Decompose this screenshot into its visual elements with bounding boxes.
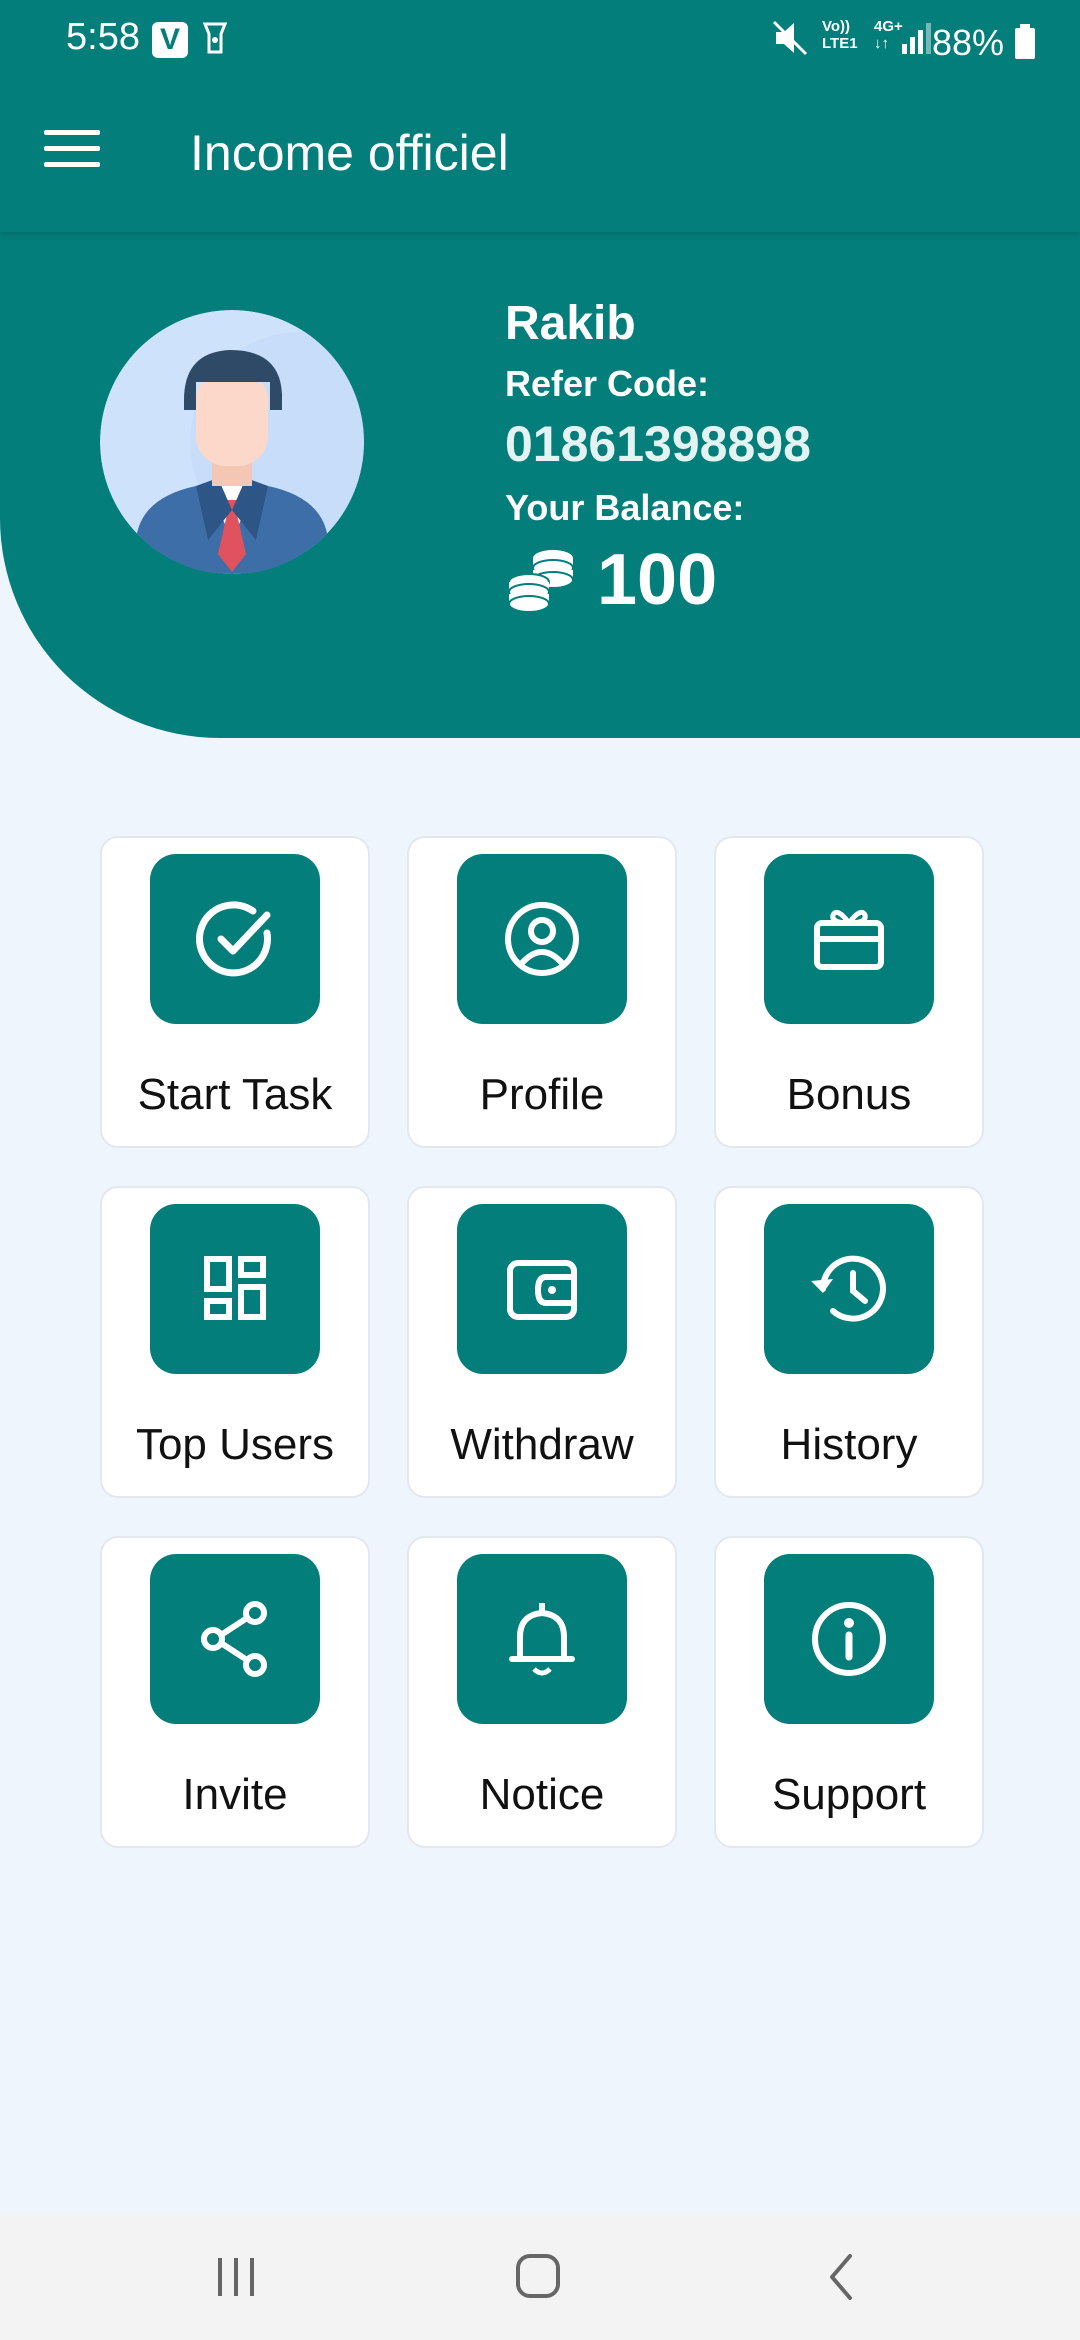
refer-code-value: 01861398898 (505, 416, 811, 472)
dashboard-grid-icon (150, 1204, 320, 1374)
flashlight-icon (202, 20, 228, 61)
profile-label: Profile (479, 1070, 605, 1119)
profile-header: Rakib Refer Code: 01861398898 Your Balan… (0, 232, 1080, 738)
network-type-indicator: 4G+ ↓↑ (874, 18, 903, 52)
status-bar: 5:58 V Vo)) LTE1 4G+ ↓↑ 88% (0, 0, 1080, 80)
profile-card[interactable]: Profile (407, 836, 677, 1148)
battery-percent: 88% (931, 22, 1004, 63)
history-card[interactable]: History (714, 1186, 984, 1498)
status-time: 5:58 (66, 16, 140, 58)
invite-label: Invite (182, 1770, 288, 1819)
battery-icon (1014, 24, 1036, 65)
system-nav-bar (0, 2214, 1080, 2340)
user-info: Rakib Refer Code: 01861398898 Your Balan… (505, 296, 811, 621)
invite-card[interactable]: Invite (100, 1536, 370, 1848)
start-task-label: Start Task (137, 1070, 333, 1119)
v-app-icon: V (152, 22, 188, 58)
home-icon[interactable] (508, 2252, 568, 2302)
balance-label: Your Balance: (505, 487, 745, 528)
balance-row: 100 (505, 539, 811, 621)
notice-card[interactable]: Notice (407, 1536, 677, 1848)
app-title: Income officiel (190, 125, 509, 181)
app-bar: Income officiel (0, 80, 1080, 232)
gift-card-icon (764, 854, 934, 1024)
withdraw-card[interactable]: Withdraw (407, 1186, 677, 1498)
bell-icon (457, 1554, 627, 1724)
balance-value: 100 (597, 540, 718, 620)
notice-label: Notice (479, 1770, 605, 1819)
recents-icon[interactable] (206, 2252, 266, 2302)
hamburger-menu-icon[interactable] (44, 130, 100, 178)
support-card[interactable]: Support (714, 1536, 984, 1848)
user-circle-icon (457, 854, 627, 1024)
start-task-card[interactable]: Start Task (100, 836, 370, 1148)
support-label: Support (771, 1770, 927, 1819)
mute-icon (770, 18, 810, 63)
check-circle-icon (150, 854, 320, 1024)
volte-indicator: Vo)) LTE1 (822, 18, 858, 52)
wallet-icon (457, 1204, 627, 1374)
bonus-card[interactable]: Bonus (714, 836, 984, 1148)
back-icon[interactable] (812, 2252, 872, 2302)
share-icon (150, 1554, 320, 1724)
menu-grid: Start Task Profile Bonus Top Users Withd… (100, 836, 984, 1848)
top-users-label: Top Users (135, 1420, 335, 1469)
bonus-label: Bonus (786, 1070, 912, 1119)
businessman-avatar-icon (100, 310, 364, 574)
withdraw-label: Withdraw (450, 1420, 634, 1469)
top-users-card[interactable]: Top Users (100, 1186, 370, 1498)
user-name: Rakib (505, 297, 636, 350)
history-clock-icon (764, 1204, 934, 1374)
info-circle-icon (764, 1554, 934, 1724)
refer-code-label: Refer Code: (505, 363, 710, 404)
history-label: History (780, 1420, 918, 1469)
coin-stack-icon (505, 544, 577, 616)
